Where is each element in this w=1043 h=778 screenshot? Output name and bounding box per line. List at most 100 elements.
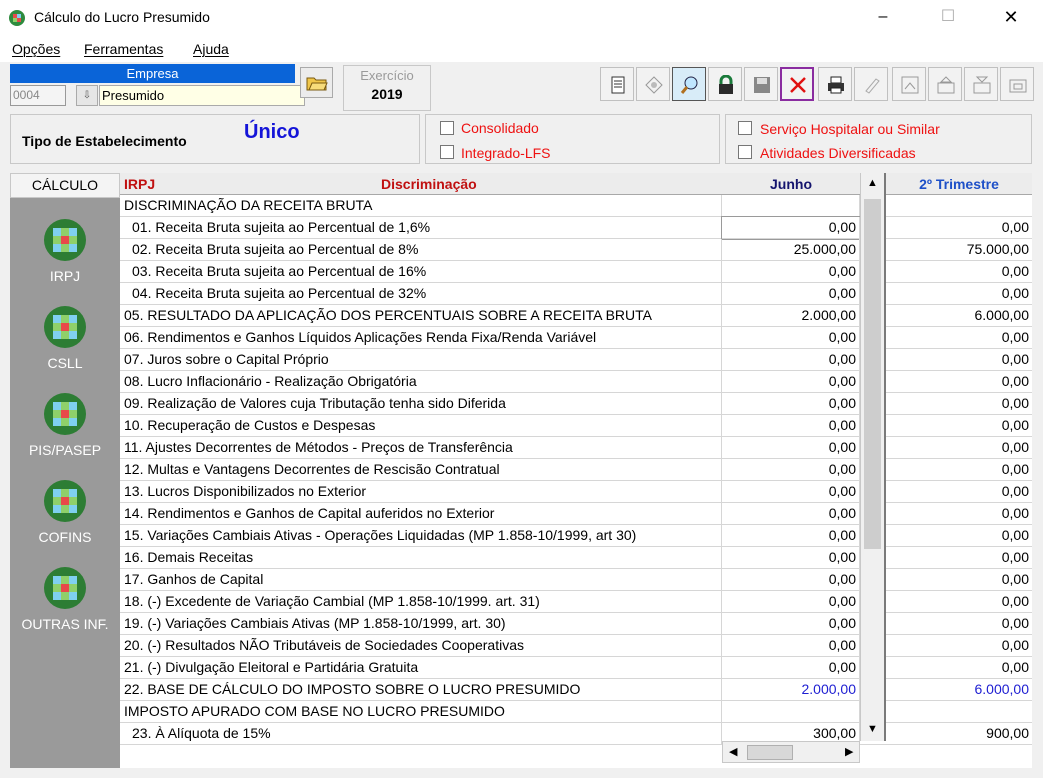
search-button[interactable] (672, 67, 706, 101)
delete-button[interactable] (780, 67, 814, 101)
empresa-lookup-button[interactable]: ⇩ (76, 85, 98, 106)
scroll-down-icon[interactable]: ▼ (867, 723, 878, 735)
value-junho[interactable]: 0,00 (722, 437, 860, 459)
value-trimestre[interactable]: 0,00 (886, 613, 1032, 635)
value-trimestre[interactable]: 0,00 (886, 657, 1032, 679)
table-row[interactable]: DISCRIMINAÇÃO DA RECEITA BRUTA (120, 195, 1032, 217)
menu-ferramentas[interactable]: Ferramentas (84, 41, 163, 57)
table-row[interactable]: 18. (-) Excedente de Variação Cambial (M… (120, 591, 1032, 613)
export-button[interactable] (928, 67, 962, 101)
value-trimestre[interactable] (886, 701, 1032, 723)
empresa-code-field[interactable]: 0004 (10, 85, 66, 106)
atividades-diversificadas-checkbox[interactable] (738, 145, 752, 159)
value-trimestre[interactable]: 0,00 (886, 591, 1032, 613)
value-junho[interactable]: 2.000,00 (722, 679, 860, 701)
scroll-left-icon[interactable]: ◀ (729, 745, 737, 758)
table-row[interactable]: 02. Receita Bruta sujeita ao Percentual … (120, 239, 1032, 261)
value-trimestre[interactable]: 0,00 (886, 503, 1032, 525)
value-junho[interactable] (722, 701, 860, 723)
value-junho[interactable]: 2.000,00 (722, 305, 860, 327)
table-row[interactable]: 22. BASE DE CÁLCULO DO IMPOSTO SOBRE O L… (120, 679, 1032, 701)
table-row[interactable]: 09. Realização de Valores cuja Tributaçã… (120, 393, 1032, 415)
menu-ajuda[interactable]: Ajuda (193, 41, 229, 57)
value-junho[interactable]: 0,00 (722, 481, 860, 503)
value-junho[interactable]: 0,00 (722, 547, 860, 569)
import-button[interactable] (964, 67, 998, 101)
value-trimestre[interactable]: 0,00 (886, 459, 1032, 481)
sidebar-item-cofins[interactable]: COFINS (10, 479, 120, 545)
value-junho[interactable]: 0,00 (722, 459, 860, 481)
table-row[interactable]: 10. Recuperação de Custos e Despesas 0,00… (120, 415, 1032, 437)
value-junho[interactable]: 25.000,00 (722, 239, 860, 261)
value-junho[interactable] (722, 195, 860, 217)
value-trimestre[interactable]: 0,00 (886, 371, 1032, 393)
grid-header-trimestre[interactable]: 2º Trimestre (886, 173, 1032, 195)
value-trimestre[interactable]: 0,00 (886, 481, 1032, 503)
sidebar-item-irpj[interactable]: IRPJ (10, 218, 120, 284)
pen-button[interactable] (854, 67, 888, 101)
open-folder-button[interactable] (300, 67, 333, 98)
value-trimestre[interactable]: 900,00 (886, 723, 1032, 745)
value-trimestre[interactable]: 6.000,00 (886, 305, 1032, 327)
value-trimestre[interactable]: 0,00 (886, 217, 1032, 239)
scroll-up-icon[interactable]: ▲ (867, 177, 878, 189)
sidebar-item-outras-inf[interactable]: OUTRAS INF. (10, 566, 120, 632)
folder-sync-button[interactable] (1000, 67, 1034, 101)
table-row[interactable]: 11. Ajustes Decorrentes de Métodos - Pre… (120, 437, 1032, 459)
value-junho[interactable]: 0,00 (722, 261, 860, 283)
table-row[interactable]: 21. (-) Divulgação Eleitoral e Partidári… (120, 657, 1032, 679)
exercicio-box[interactable]: Exercício 2019 (343, 65, 431, 111)
table-row[interactable]: 19. (-) Variações Cambiais Ativas (MP 1.… (120, 613, 1032, 635)
document-button[interactable] (600, 67, 634, 101)
table-row[interactable]: 23. À Alíquota de 15% 300,00 900,00 (120, 723, 1032, 745)
table-row[interactable]: IMPOSTO APURADO COM BASE NO LUCRO PRESUM… (120, 701, 1032, 723)
integrado-lfs-checkbox[interactable] (440, 145, 454, 159)
value-junho[interactable]: 0,00 (722, 283, 860, 305)
save-button[interactable] (744, 67, 778, 101)
minimize-button[interactable]: – (860, 0, 906, 34)
table-row[interactable]: 03. Receita Bruta sujeita ao Percentual … (120, 261, 1032, 283)
vertical-scrollbar[interactable]: ▲ ▼ (860, 173, 884, 741)
table-row[interactable]: 05. RESULTADO DA APLICAÇÃO DOS PERCENTUA… (120, 305, 1032, 327)
value-junho[interactable]: 0,00 (722, 569, 860, 591)
sidebar-item-csll[interactable]: CSLL (10, 305, 120, 371)
value-trimestre[interactable]: 0,00 (886, 569, 1032, 591)
value-trimestre[interactable]: 6.000,00 (886, 679, 1032, 701)
horizontal-scroll-thumb[interactable] (747, 745, 793, 760)
value-junho[interactable]: 0,00 (722, 657, 860, 679)
value-trimestre[interactable]: 0,00 (886, 415, 1032, 437)
value-junho[interactable]: 0,00 (722, 349, 860, 371)
table-row[interactable]: 20. (-) Resultados NÃO Tributáveis de So… (120, 635, 1032, 657)
servico-hospitalar-checkbox[interactable] (738, 121, 752, 135)
consolidado-checkbox[interactable] (440, 121, 454, 135)
horizontal-scrollbar[interactable]: ◀ ▶ (722, 741, 860, 763)
print-button[interactable] (818, 67, 852, 101)
value-junho[interactable]: 0,00 (721, 216, 861, 240)
value-junho[interactable]: 0,00 (722, 327, 860, 349)
table-row[interactable]: 06. Rendimentos e Ganhos Líquidos Aplica… (120, 327, 1032, 349)
table-row[interactable]: 01. Receita Bruta sujeita ao Percentual … (120, 216, 1032, 240)
empresa-name-field[interactable]: Presumido (99, 85, 305, 106)
value-junho[interactable]: 0,00 (722, 415, 860, 437)
value-trimestre[interactable]: 0,00 (886, 547, 1032, 569)
value-trimestre[interactable]: 0,00 (886, 349, 1032, 371)
value-junho[interactable]: 0,00 (722, 393, 860, 415)
table-row[interactable]: 08. Lucro Inflacionário - Realização Obr… (120, 371, 1032, 393)
table-row[interactable]: 17. Ganhos de Capital 0,00 0,00 (120, 569, 1032, 591)
value-junho[interactable]: 0,00 (722, 525, 860, 547)
scroll-right-icon[interactable]: ▶ (845, 745, 853, 758)
value-junho[interactable]: 0,00 (722, 371, 860, 393)
table-row[interactable]: 14. Rendimentos e Ganhos de Capital aufe… (120, 503, 1032, 525)
table-row[interactable]: 04. Receita Bruta sujeita ao Percentual … (120, 283, 1032, 305)
diamond-button[interactable] (636, 67, 670, 101)
value-trimestre[interactable]: 75.000,00 (886, 239, 1032, 261)
value-junho[interactable]: 0,00 (722, 503, 860, 525)
table-row[interactable]: 13. Lucros Disponibilizados no Exterior 0… (120, 481, 1032, 503)
calc-button[interactable] (892, 67, 926, 101)
value-junho[interactable]: 0,00 (722, 635, 860, 657)
value-trimestre[interactable]: 0,00 (886, 635, 1032, 657)
table-row[interactable]: 16. Demais Receitas 0,00 0,00 (120, 547, 1032, 569)
menu-opcoes[interactable]: Opções (12, 41, 60, 57)
value-trimestre[interactable]: 0,00 (886, 525, 1032, 547)
close-button[interactable]: ✕ (988, 0, 1034, 34)
